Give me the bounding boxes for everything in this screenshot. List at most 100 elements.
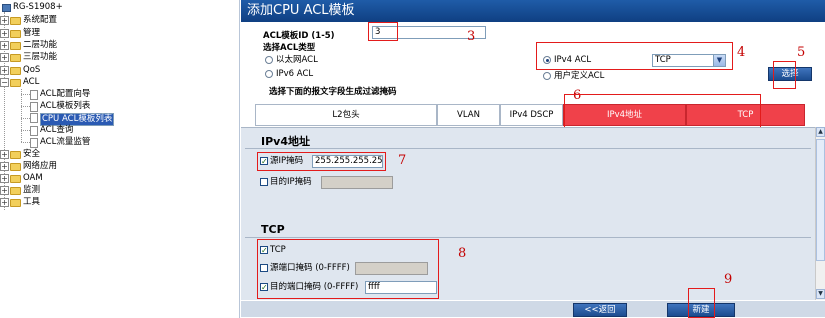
dst-ip-mask-row: 目的IP掩码 <box>260 176 312 188</box>
tree-item-acl-query[interactable]: ACL查询 <box>30 125 73 136</box>
folder-icon <box>10 198 21 207</box>
tree-item-system[interactable]: + 系统配置 <box>0 15 57 26</box>
annotation-5: 5 <box>797 45 806 60</box>
checkbox-checked-icon[interactable]: ✓ <box>260 245 268 254</box>
scroll-up-icon[interactable]: ▲ <box>816 127 825 137</box>
expand-icon[interactable]: + <box>0 174 9 183</box>
dst-ip-mask-label: 目的IP掩码 <box>270 177 312 187</box>
tree-item-cpu-acl-template-list[interactable]: CPU ACL模板列表 <box>30 113 115 126</box>
expand-icon[interactable]: + <box>0 41 9 50</box>
mask-fields-panel: IPv4地址 ✓ 源IP掩码 255.255.255.255 7 目的IP掩码 T… <box>241 127 815 300</box>
tree-item-layer3[interactable]: + 三层功能 <box>0 52 57 63</box>
dst-ip-mask-input[interactable] <box>321 176 393 189</box>
checkbox-icon[interactable] <box>260 263 268 272</box>
src-ip-mask-input[interactable]: 255.255.255.255 <box>312 155 383 168</box>
expand-icon[interactable]: + <box>0 150 9 159</box>
tree-item-acl[interactable]: − ACL <box>0 77 39 88</box>
folder-icon <box>10 186 21 195</box>
radio-selected-icon[interactable] <box>543 55 551 64</box>
annotation-3: 3 <box>467 29 476 44</box>
tree-item-qos[interactable]: + QoS <box>0 65 40 76</box>
folder-icon <box>10 29 21 38</box>
checkbox-checked-icon[interactable]: ✓ <box>260 282 268 291</box>
tree-item-management[interactable]: + 管理 <box>0 28 40 39</box>
ipv4-section-title: IPv4地址 <box>261 135 310 148</box>
tree-item-layer2[interactable]: + 二层功能 <box>0 40 57 51</box>
tree-item-security[interactable]: + 安全 <box>0 149 40 160</box>
chevron-down-icon[interactable]: ▼ <box>713 55 725 66</box>
radio-ipv4-acl[interactable]: IPv4 ACL <box>543 55 591 65</box>
radio-icon[interactable] <box>265 55 273 64</box>
annotation-box-6 <box>564 94 761 129</box>
radio-icon[interactable] <box>265 69 273 78</box>
annotation-box-5 <box>773 61 796 89</box>
tree-item-network-apps[interactable]: + 网络应用 <box>0 161 57 172</box>
expand-icon[interactable]: + <box>0 29 9 38</box>
dst-port-mask-input[interactable]: ffff <box>365 281 437 294</box>
page-icon <box>30 101 38 112</box>
checkbox-icon[interactable] <box>260 177 268 186</box>
vertical-scrollbar[interactable]: ▲ ▼ <box>815 127 825 300</box>
template-form: ACL模板ID (1-5) 3 3 选择ACL类型 以太网ACL IPv6 AC… <box>241 22 825 103</box>
expand-icon[interactable]: + <box>0 16 9 25</box>
folder-icon <box>10 16 21 25</box>
protocol-select[interactable]: TCP ▼ <box>652 54 726 67</box>
section-divider <box>245 148 811 149</box>
expand-icon[interactable]: + <box>0 66 9 75</box>
dst-port-mask-row: ✓ 目的端口掩码 (0-FFFF) <box>260 281 358 293</box>
page-title: 添加CPU ACL模板 <box>241 0 825 22</box>
tab-l2-header[interactable]: L2包头 <box>255 104 437 126</box>
tab-vlan[interactable]: VLAN <box>437 104 500 126</box>
folder-icon <box>10 41 21 50</box>
dst-port-mask-label: 目的端口掩码 (0-FFFF) <box>270 282 359 292</box>
src-port-mask-label: 源端口掩码 (0-FFFF) <box>270 263 350 273</box>
mask-hint: 选择下面的报文字段生成过滤掩码 <box>269 87 397 97</box>
radio-ipv6-acl[interactable]: IPv6 ACL <box>265 69 313 79</box>
radio-ethernet-acl[interactable]: 以太网ACL <box>265 53 318 65</box>
folder-icon <box>10 174 21 183</box>
scroll-thumb[interactable] <box>816 139 825 261</box>
tcp-label: TCP <box>270 245 286 255</box>
annotation-7: 7 <box>398 153 407 168</box>
page-icon <box>30 137 38 148</box>
tree-item-tools[interactable]: + 工具 <box>0 197 40 208</box>
app-root: RG-S1908+ + 系统配置 + 管理 + 二层功能 + 三层功能 + QoS − AC… <box>0 0 825 318</box>
expand-icon[interactable]: + <box>0 186 9 195</box>
tree-item-acl-policing[interactable]: ACL流量监管 <box>30 137 90 148</box>
footer-background <box>241 301 825 317</box>
template-id-label: ACL模板ID (1-5) <box>263 31 335 41</box>
collapse-icon[interactable]: − <box>0 78 9 87</box>
expand-icon[interactable]: + <box>0 162 9 171</box>
tab-ipv4-dscp[interactable]: IPv4 DSCP <box>500 104 563 126</box>
navigation-tree: RG-S1908+ + 系统配置 + 管理 + 二层功能 + 三层功能 + QoS − AC… <box>0 0 240 318</box>
page-icon <box>30 125 38 136</box>
radio-user-defined-acl[interactable]: 用户定义ACL <box>543 69 604 81</box>
checkbox-checked-icon[interactable]: ✓ <box>260 156 268 165</box>
src-port-mask-input[interactable] <box>355 262 428 275</box>
annotation-8: 8 <box>458 246 467 261</box>
annotation-9: 9 <box>724 272 733 287</box>
back-button[interactable]: <<返回 <box>573 303 627 317</box>
switch-icon <box>2 3 11 12</box>
open-folder-icon <box>10 78 21 87</box>
scroll-down-icon[interactable]: ▼ <box>816 289 825 299</box>
expand-icon[interactable]: + <box>0 198 9 207</box>
main-panel: 添加CPU ACL模板 ACL模板ID (1-5) 3 3 选择ACL类型 以太… <box>241 0 825 318</box>
radio-icon[interactable] <box>543 71 551 80</box>
tree-item-acl-wizard[interactable]: ACL配置向导 <box>30 89 90 100</box>
tree-item-monitor[interactable]: + 监测 <box>0 185 40 196</box>
tree-item-acl-template-list[interactable]: ACL模板列表 <box>30 101 90 112</box>
page-icon <box>30 113 38 123</box>
page-icon <box>30 89 38 100</box>
tree-item-oam[interactable]: + OAM <box>0 173 43 184</box>
tree-root[interactable]: RG-S1908+ <box>2 2 63 13</box>
tcp-section-title: TCP <box>261 223 285 236</box>
tcp-row: ✓ TCP <box>260 244 286 256</box>
expand-icon[interactable]: + <box>0 53 9 62</box>
annotation-box-3 <box>368 22 398 41</box>
folder-icon <box>10 53 21 62</box>
folder-icon <box>10 150 21 159</box>
annotation-box-9 <box>688 288 715 318</box>
folder-icon <box>10 66 21 75</box>
src-port-mask-row: 源端口掩码 (0-FFFF) <box>260 262 350 274</box>
